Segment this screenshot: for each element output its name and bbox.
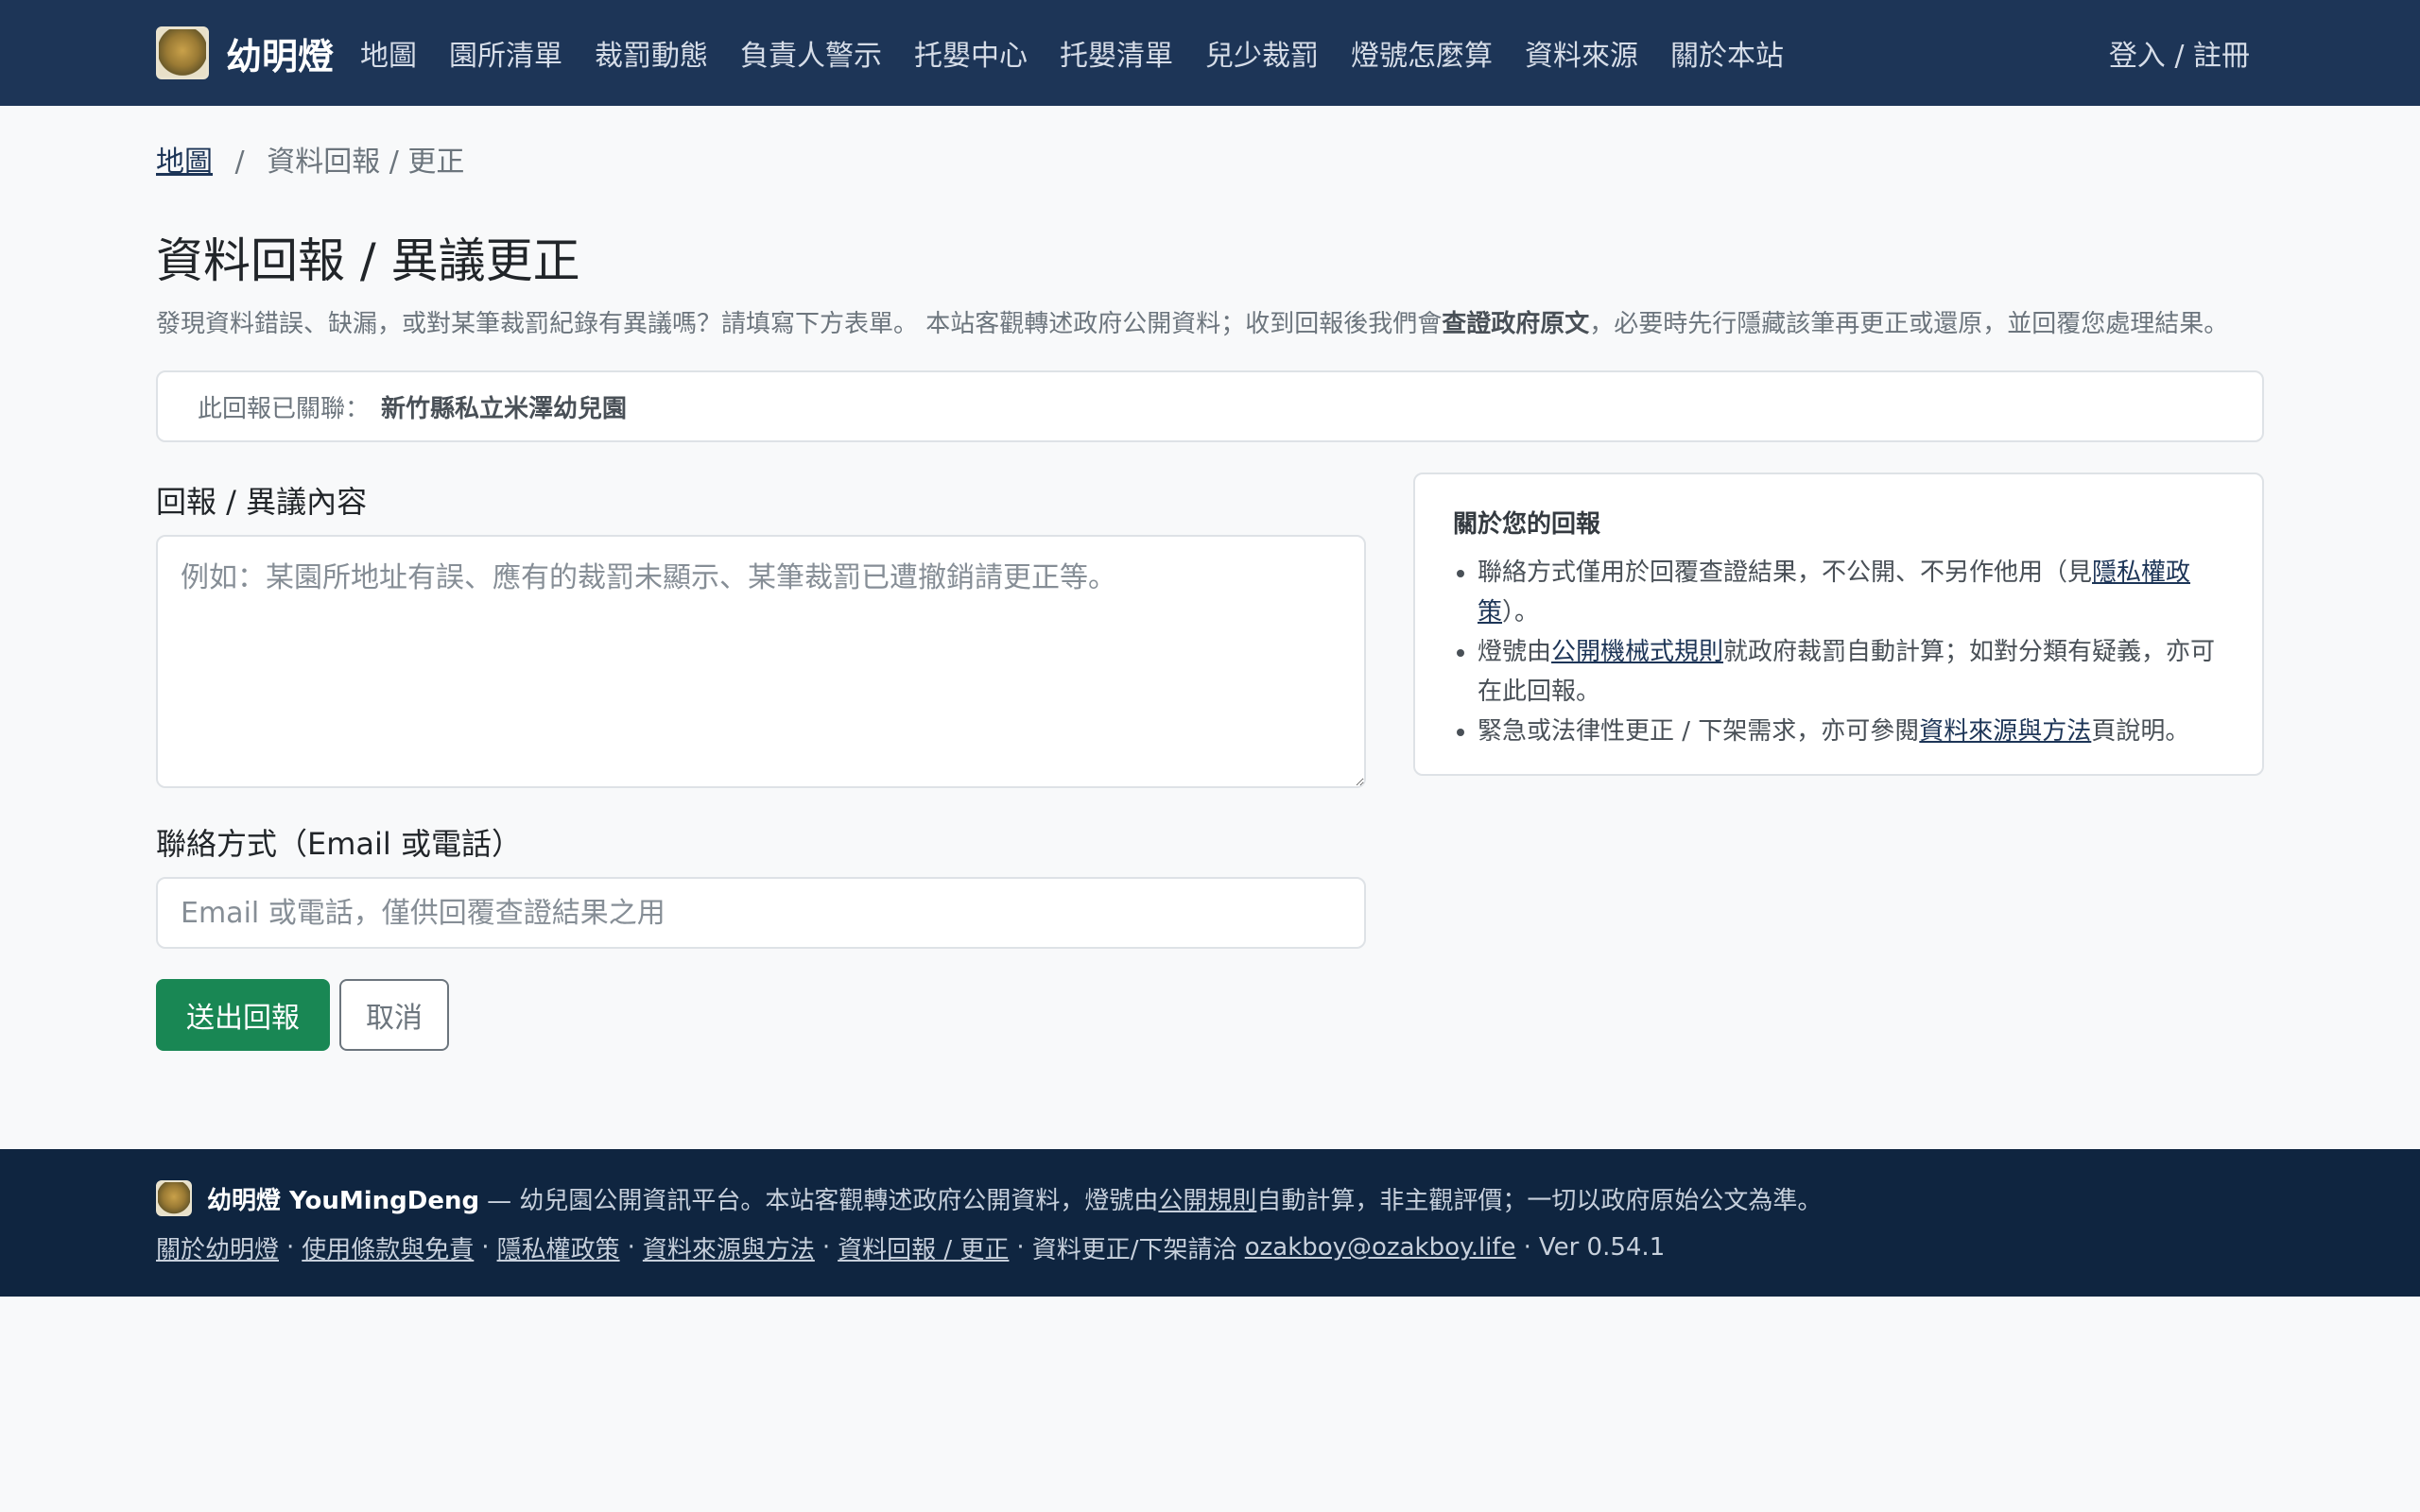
breadcrumb-current: 資料回報 / 更正 bbox=[267, 146, 465, 179]
info-item-text: 緊急或法律性更正 / 下架需求，亦可參閱 bbox=[1478, 717, 1920, 746]
footer-link-terms[interactable]: 使用條款與免責 bbox=[302, 1230, 474, 1265]
cancel-button[interactable]: 取消 bbox=[339, 979, 449, 1051]
nav-link-child-penalty[interactable]: 兒少裁罰 bbox=[1205, 32, 1319, 74]
footer-tagline: 幼明燈 YouMingDeng — 幼兒園公開資訊平台。本站客觀轉述政府公開資料… bbox=[156, 1179, 2264, 1217]
footer-link-report[interactable]: 資料回報 / 更正 bbox=[838, 1230, 1009, 1265]
info-item-text: 聯絡方式僅用於回覆查證結果，不公開、不另作他用（見 bbox=[1478, 558, 2093, 587]
description-emphasis: 查證政府原文 bbox=[1442, 310, 1590, 338]
nav-link-nursery-center[interactable]: 托嬰中心 bbox=[914, 32, 1028, 74]
footer-brand: 幼明燈 YouMingDeng bbox=[207, 1186, 480, 1215]
info-list: 聯絡方式僅用於回覆查證結果，不公開、不另作他用（見隱私權政策）。 燈號由公開機械… bbox=[1453, 553, 2224, 751]
public-rules-link[interactable]: 公開機械式規則 bbox=[1551, 638, 1723, 666]
footer-dot: · bbox=[1523, 1233, 1531, 1262]
content-label: 回報 / 異議內容 bbox=[156, 484, 368, 520]
footer: 幼明燈 YouMingDeng — 幼兒園公開資訊平台。本站客觀轉述政府公開資料… bbox=[0, 1149, 2420, 1297]
nav-link-penalty-news[interactable]: 裁罰動態 bbox=[595, 32, 708, 74]
breadcrumb-separator: / bbox=[234, 146, 245, 179]
info-item-text: 頁說明。 bbox=[2091, 717, 2190, 746]
nav-link-data-source[interactable]: 資料來源 bbox=[1525, 32, 1638, 74]
page-title: 資料回報 / 異議更正 bbox=[156, 233, 580, 288]
breadcrumb: 地圖 / 資料回報 / 更正 bbox=[156, 106, 2264, 185]
description-part-2: ，必要時先行隱藏該筆再更正或還原，並回覆您處理結果。 bbox=[1589, 310, 2229, 338]
info-sidebar: 關於您的回報 聯絡方式僅用於回覆查證結果，不公開、不另作他用（見隱私權政策）。 … bbox=[1413, 472, 2264, 1051]
contact-input[interactable] bbox=[156, 877, 1366, 949]
form-row: 回報 / 異議內容 聯絡方式（Email 或電話） 送出回報 取消 關於您的回報… bbox=[156, 472, 2264, 1051]
description-part-1: 發現資料錯誤、缺漏，或對某筆裁罰紀錄有異議嗎？請填寫下方表單。 本站客觀轉述政府… bbox=[156, 310, 1443, 338]
info-card-title: 關於您的回報 bbox=[1453, 510, 1601, 539]
info-item-rules: 燈號由公開機械式規則就政府裁罰自動計算；如對分類有疑義，亦可在此回報。 bbox=[1478, 632, 2224, 712]
info-card: 關於您的回報 聯絡方式僅用於回覆查證結果，不公開、不另作他用（見隱私權政策）。 … bbox=[1413, 472, 2264, 776]
nav-link-about[interactable]: 關於本站 bbox=[1670, 32, 1784, 74]
footer-email-link[interactable]: ozakboy@ozakboy.life bbox=[1245, 1233, 1516, 1262]
footer-tagline-text-2: 自動計算，非主觀評價；一切以政府原始公文為準。 bbox=[1256, 1186, 1823, 1215]
footer-dot: · bbox=[821, 1233, 831, 1262]
info-item-legal: 緊急或法律性更正 / 下架需求，亦可參閱資料來源與方法頁說明。 bbox=[1478, 712, 2224, 751]
brand[interactable]: 幼明燈 bbox=[156, 26, 334, 79]
nav-link-map[interactable]: 地圖 bbox=[360, 32, 417, 74]
nav-links: 地圖 園所清單 裁罰動態 負責人警示 托嬰中心 托嬰清單 兒少裁罰 燈號怎麼算 … bbox=[360, 32, 2109, 74]
site-logo-icon bbox=[156, 26, 209, 79]
footer-dot: · bbox=[627, 1233, 635, 1262]
footer-contact-text: 資料更正/下架請洽 bbox=[1031, 1235, 1237, 1264]
footer-version: Ver 0.54.1 bbox=[1538, 1233, 1666, 1262]
footer-dot: · bbox=[286, 1233, 295, 1262]
form-buttons: 送出回報 取消 bbox=[156, 979, 1366, 1051]
contact-label: 聯絡方式（Email 或電話） bbox=[156, 826, 522, 862]
association-label: 此回報已關聯： bbox=[198, 394, 371, 423]
info-item-text: 燈號由 bbox=[1478, 638, 1552, 666]
footer-dot: · bbox=[481, 1233, 490, 1262]
brand-name: 幼明燈 bbox=[226, 35, 335, 77]
page-description: 發現資料錯誤、缺漏，或對某筆裁罰紀錄有異議嗎？請填寫下方表單。 本站客觀轉述政府… bbox=[156, 304, 2264, 344]
report-content-textarea[interactable] bbox=[156, 535, 1366, 788]
top-navbar: 幼明燈 地圖 園所清單 裁罰動態 負責人警示 托嬰中心 托嬰清單 兒少裁罰 燈號… bbox=[0, 0, 2420, 106]
submit-button[interactable]: 送出回報 bbox=[156, 979, 330, 1051]
breadcrumb-home-link[interactable]: 地圖 bbox=[156, 146, 213, 179]
nav-link-nursery-list[interactable]: 托嬰清單 bbox=[1060, 32, 1173, 74]
nav-link-owner-alerts[interactable]: 負責人警示 bbox=[740, 32, 882, 74]
data-source-method-link[interactable]: 資料來源與方法 bbox=[1919, 717, 2091, 746]
association-value: 新竹縣私立米澤幼兒園 bbox=[381, 394, 628, 423]
footer-links: 關於幼明燈 · 使用條款與免責 · 隱私權政策 · 資料來源與方法 · 資料回報 / 更… bbox=[156, 1228, 2264, 1266]
footer-rules-link[interactable]: 公開規則 bbox=[1158, 1181, 1256, 1216]
footer-dot: · bbox=[1016, 1233, 1025, 1262]
nav-link-light-rules[interactable]: 燈號怎麼算 bbox=[1351, 32, 1493, 74]
main-content: 地圖 / 資料回報 / 更正 資料回報 / 異議更正 發現資料錯誤、缺漏，或對某… bbox=[0, 106, 2420, 1051]
footer-logo-icon bbox=[156, 1180, 192, 1216]
footer-tagline-text: — 幼兒園公開資訊平台。本站客觀轉述政府公開資料，燈號由 bbox=[487, 1186, 1159, 1215]
footer-link-data-source[interactable]: 資料來源與方法 bbox=[643, 1230, 815, 1265]
login-register-link[interactable]: 登入 / 註冊 bbox=[2109, 32, 2250, 74]
report-form: 回報 / 異議內容 聯絡方式（Email 或電話） 送出回報 取消 bbox=[156, 472, 1366, 1051]
association-notice: 此回報已關聯： 新竹縣私立米澤幼兒園 bbox=[156, 370, 2264, 442]
footer-link-privacy[interactable]: 隱私權政策 bbox=[497, 1230, 620, 1265]
info-item-privacy: 聯絡方式僅用於回覆查證結果，不公開、不另作他用（見隱私權政策）。 bbox=[1478, 553, 2224, 632]
info-item-text: ）。 bbox=[1502, 598, 1540, 627]
footer-link-about[interactable]: 關於幼明燈 bbox=[156, 1230, 279, 1265]
nav-link-school-list[interactable]: 園所清單 bbox=[449, 32, 562, 74]
